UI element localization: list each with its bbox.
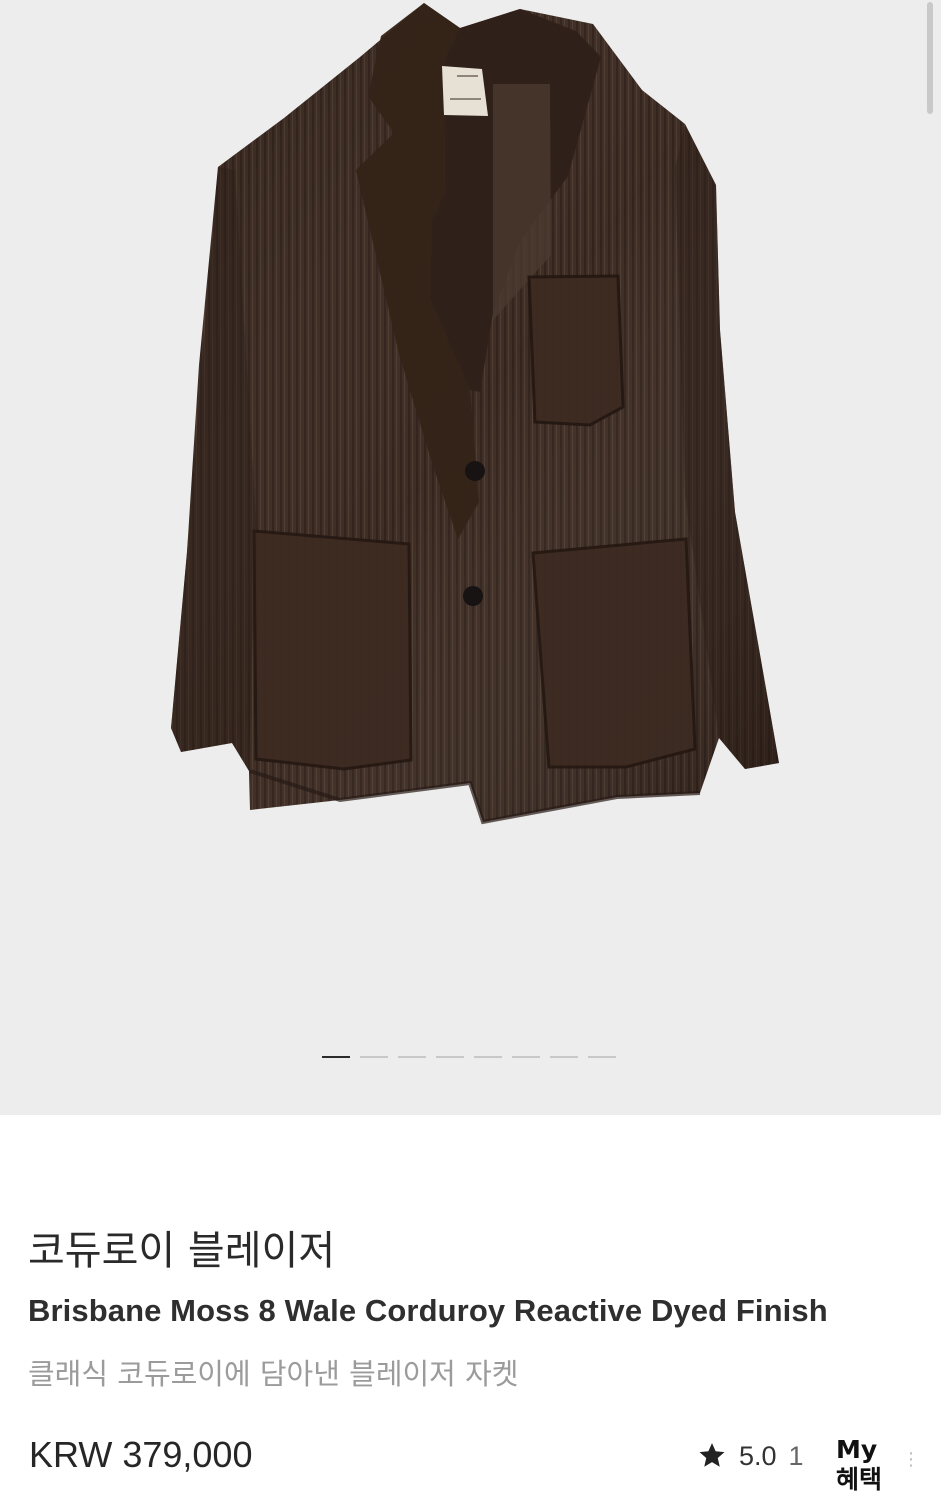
rating-count-partial: 1	[788, 1441, 804, 1471]
product-subtitle: 클래식 코듀로이에 담아낸 블레이저 자켓	[28, 1357, 519, 1391]
pagination-indicator-1[interactable]	[322, 1056, 350, 1058]
product-price: KRW 379,000	[29, 1434, 253, 1475]
pagination-indicator-5[interactable]	[474, 1056, 502, 1058]
pagination-indicator-7[interactable]	[550, 1056, 578, 1058]
pagination-indicator-6[interactable]	[512, 1056, 540, 1058]
pagination-indicator-8[interactable]	[588, 1056, 616, 1058]
product-image[interactable]	[0, 0, 941, 1115]
pagination-indicator-3[interactable]	[398, 1056, 426, 1058]
product-detail-page: 코듀로이 블레이저 Brisbane Moss 8 Wale Corduroy …	[0, 0, 941, 1500]
my-benefits-button[interactable]: My 혜택	[836, 1435, 906, 1500]
right-edge-fragment: ⋮	[902, 1449, 915, 1470]
page-scrollbar[interactable]	[927, 2, 933, 114]
product-rating[interactable]: 5.0 1	[697, 1434, 819, 1478]
image-pagination[interactable]	[322, 1055, 622, 1059]
pagination-indicator-4[interactable]	[436, 1056, 464, 1058]
product-image-gallery[interactable]	[0, 0, 941, 1115]
product-info-panel: 코듀로이 블레이저 Brisbane Moss 8 Wale Corduroy …	[0, 1115, 941, 1500]
product-title-english: Brisbane Moss 8 Wale Corduroy Reactive D…	[28, 1292, 828, 1328]
product-title-korean: 코듀로이 블레이저	[28, 1227, 336, 1274]
rating-value: 5.0	[739, 1441, 777, 1471]
pagination-indicator-2[interactable]	[360, 1056, 388, 1058]
star-icon	[699, 1443, 725, 1467]
